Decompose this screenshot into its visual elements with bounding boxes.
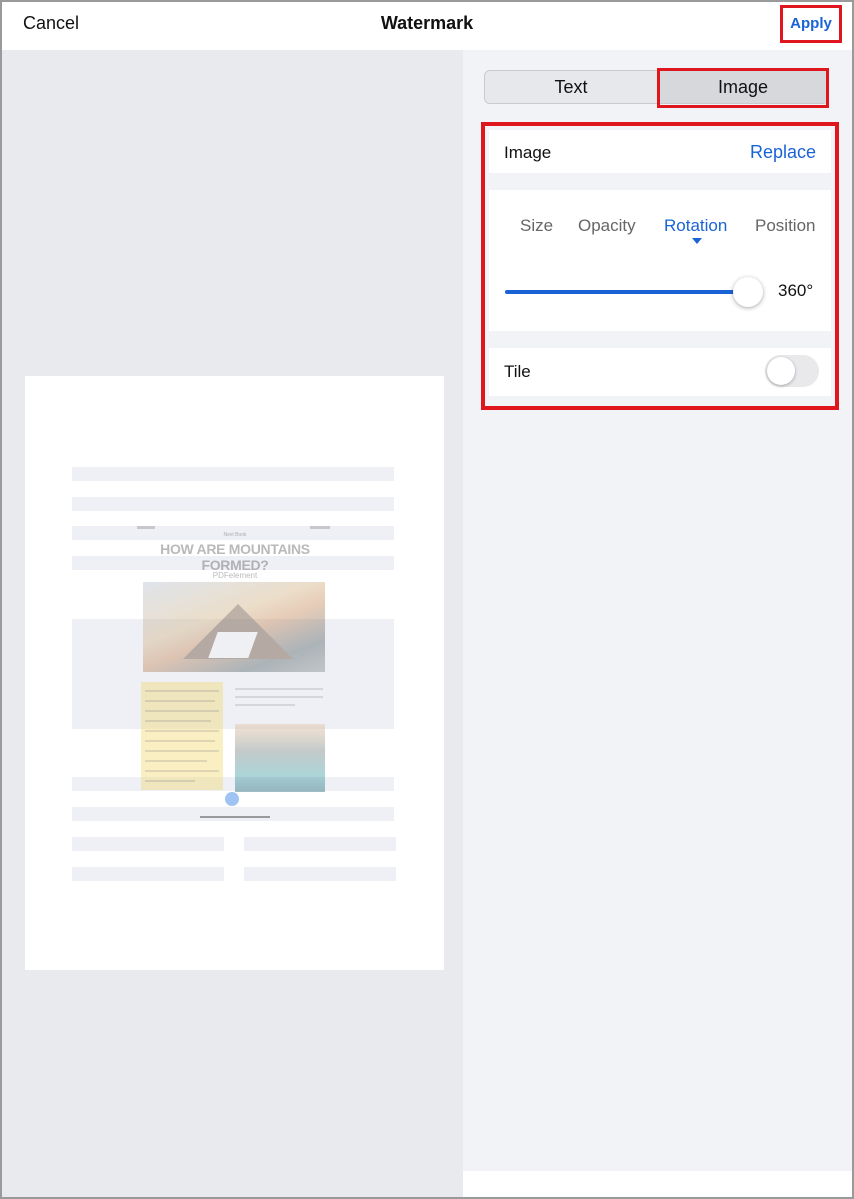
ghost-line: [244, 837, 396, 851]
apply-highlight: Apply: [780, 5, 842, 43]
page-title: Watermark: [380, 13, 474, 33]
watermark-mountain-photo: [143, 582, 325, 672]
segment-image[interactable]: Image: [657, 71, 829, 103]
document-page: Next Book HOW ARE MOUNTAINS FORMED? PDFe…: [25, 376, 444, 970]
watermark-text-line: [235, 696, 323, 698]
rotation-slider-thumb[interactable]: [733, 277, 763, 307]
watermark-text-line: [235, 688, 323, 690]
watermark-home-indicator: [200, 816, 270, 818]
watermark-subtitle: PDFelement: [212, 571, 258, 580]
ghost-line: [72, 867, 224, 881]
tile-label: Tile: [504, 362, 531, 381]
type-segmented-control: Text Image: [484, 70, 829, 104]
watermark-nav-text: Next Book: [223, 532, 247, 538]
watermark-image[interactable]: Next Book HOW ARE MOUNTAINS FORMED? PDFe…: [135, 524, 335, 824]
ghost-line: [72, 467, 394, 481]
rotation-value: 360°: [778, 281, 814, 300]
image-label: Image: [504, 143, 552, 162]
watermark-player-controls: [190, 792, 270, 808]
play-icon: [225, 792, 239, 806]
document-preview-area: Next Book HOW ARE MOUNTAINS FORMED? PDFe…: [2, 50, 463, 1197]
adjust-tabs: Size Opacity Rotation Position: [489, 190, 831, 250]
watermark-lake-photo: [235, 724, 325, 792]
ghost-line: [72, 497, 394, 511]
tile-toggle[interactable]: [765, 355, 819, 387]
watermark-text-line: [235, 704, 295, 706]
rotation-slider-track[interactable]: [505, 290, 748, 294]
tab-position[interactable]: Position: [755, 216, 815, 236]
ghost-line: [244, 867, 396, 881]
segment-text[interactable]: Text: [485, 71, 657, 103]
tile-row: Tile: [489, 348, 831, 396]
caret-down-icon: [692, 238, 702, 244]
image-row: Image Replace: [489, 130, 831, 173]
tab-rotation[interactable]: Rotation: [664, 216, 727, 236]
settings-panel-footer: [463, 1171, 852, 1197]
top-bar: Cancel Watermark Apply: [0, 0, 854, 50]
replace-button[interactable]: Replace: [750, 142, 816, 163]
toggle-knob: [767, 357, 795, 385]
tab-size[interactable]: Size: [520, 216, 553, 236]
image-options-highlight: Image Replace Size Opacity Rotation Posi…: [481, 122, 839, 410]
watermark-heading: HOW ARE MOUNTAINS FORMED?: [160, 541, 310, 573]
ghost-line: [72, 837, 224, 851]
tab-opacity[interactable]: Opacity: [578, 216, 636, 236]
apply-button[interactable]: Apply: [783, 8, 839, 40]
adjust-card: Size Opacity Rotation Position 360°: [489, 190, 831, 331]
watermark-highlight-block: [141, 682, 223, 790]
